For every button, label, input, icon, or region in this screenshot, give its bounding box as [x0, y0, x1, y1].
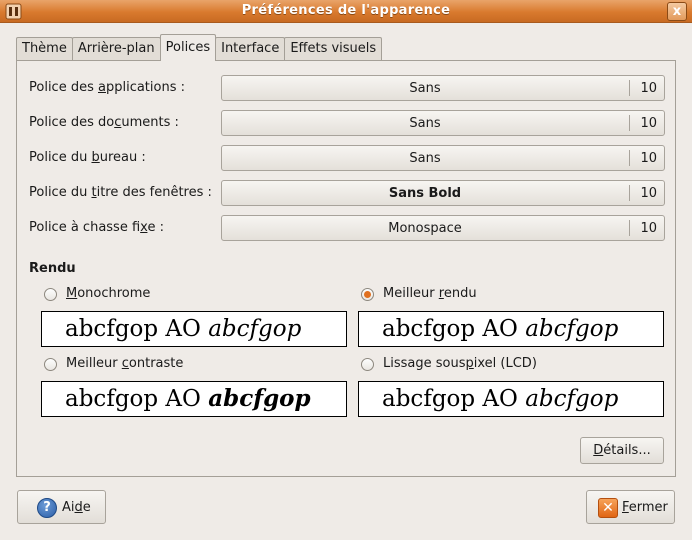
close-button[interactable]: ✕ Fermer	[586, 490, 675, 524]
document-font-label: Police des documents :	[29, 115, 179, 130]
rendering-section-title: Rendu	[29, 261, 76, 276]
preview-regular-text: abcfgop AO	[382, 386, 526, 412]
desktop-font-label: Police du bureau :	[29, 150, 146, 165]
window-title: Préférences de l'apparence	[241, 3, 451, 18]
monochrome-radio[interactable]	[44, 288, 57, 301]
tab-bar: Thème Arrière-plan Polices Interface Eff…	[16, 34, 383, 61]
preview-regular-text: abcfgop AO	[382, 316, 526, 342]
separator	[629, 150, 630, 166]
subpixel-radio[interactable]	[361, 358, 374, 371]
desktop-font-size: 10	[640, 151, 657, 166]
application-font-size: 10	[640, 81, 657, 96]
document-font-name: Sans	[409, 116, 441, 131]
help-button-label: Aide	[62, 500, 91, 515]
window-close-button[interactable]: x	[667, 2, 687, 21]
document-font-row: Police des documents : Sans 10	[29, 110, 665, 136]
tab-interface[interactable]: Interface	[215, 37, 286, 61]
desktop-font-button[interactable]: Sans 10	[221, 145, 665, 171]
help-icon: ?	[37, 498, 57, 518]
title-bar: Préférences de l'apparence x	[0, 0, 692, 23]
subpixel-label: Lissage souspixel (LCD)	[383, 356, 537, 371]
separator	[629, 220, 630, 236]
preview-regular-text: abcfgop AO	[65, 316, 209, 342]
close-button-label: Fermer	[622, 500, 668, 515]
best-contrast-radio[interactable]	[44, 358, 57, 371]
separator	[629, 115, 630, 131]
application-font-label: Police des applications :	[29, 80, 185, 95]
document-font-button[interactable]: Sans 10	[221, 110, 665, 136]
tab-background[interactable]: Arrière-plan	[71, 37, 161, 61]
subpixel-preview[interactable]: abcfgop AO abcfgop	[358, 381, 664, 417]
application-font-name: Sans	[409, 81, 441, 96]
fixed-width-font-label: Police à chasse fixe :	[29, 220, 164, 235]
fonts-panel: Police des applications : Sans 10 Police…	[16, 60, 676, 477]
window-title-font-name: Sans Bold	[388, 186, 462, 201]
preview-italic-text: abcfgop	[208, 316, 302, 342]
document-font-size: 10	[640, 116, 657, 131]
window-title-font-row: Police du titre des fenêtres : Sans Bold…	[29, 180, 665, 206]
fixed-width-font-size: 10	[640, 221, 657, 236]
tab-visual-effects[interactable]: Effets visuels	[284, 37, 383, 61]
fixed-width-font-row: Police à chasse fixe : Monospace 10	[29, 215, 665, 241]
fixed-width-font-button[interactable]: Monospace 10	[221, 215, 665, 241]
best-contrast-preview[interactable]: abcfgop AO abcfgop	[41, 381, 347, 417]
window-title-font-label: Police du titre des fenêtres :	[29, 185, 212, 200]
close-icon: ✕	[598, 498, 618, 518]
best-shapes-label: Meilleur rendu	[383, 286, 477, 301]
fixed-width-font-name: Monospace	[388, 221, 462, 236]
preview-regular-text: abcfgop AO	[65, 386, 209, 412]
window-title-font-button[interactable]: Sans Bold 10	[221, 180, 665, 206]
best-shapes-preview[interactable]: abcfgop AO abcfgop	[358, 311, 664, 347]
separator	[629, 185, 630, 201]
preview-italic-text: abcfgop	[208, 385, 311, 412]
application-font-row: Police des applications : Sans 10	[29, 75, 665, 101]
tab-theme[interactable]: Thème	[16, 37, 73, 61]
desktop-font-name: Sans	[409, 151, 441, 166]
tab-fonts[interactable]: Polices	[159, 34, 217, 61]
help-button[interactable]: ? Aide	[17, 490, 106, 524]
application-font-button[interactable]: Sans 10	[221, 75, 665, 101]
details-button[interactable]: Détails...	[580, 437, 664, 464]
window-title-font-size: 10	[640, 186, 657, 201]
desktop-font-row: Police du bureau : Sans 10	[29, 145, 665, 171]
separator	[629, 80, 630, 96]
best-shapes-radio[interactable]	[361, 288, 374, 301]
monochrome-label: Monochrome	[66, 286, 151, 301]
best-contrast-label: Meilleur contraste	[66, 356, 184, 371]
monochrome-preview[interactable]: abcfgop AO abcfgop	[41, 311, 347, 347]
preview-italic-text: abcfgop	[525, 316, 619, 342]
preview-italic-text: abcfgop	[525, 386, 619, 412]
